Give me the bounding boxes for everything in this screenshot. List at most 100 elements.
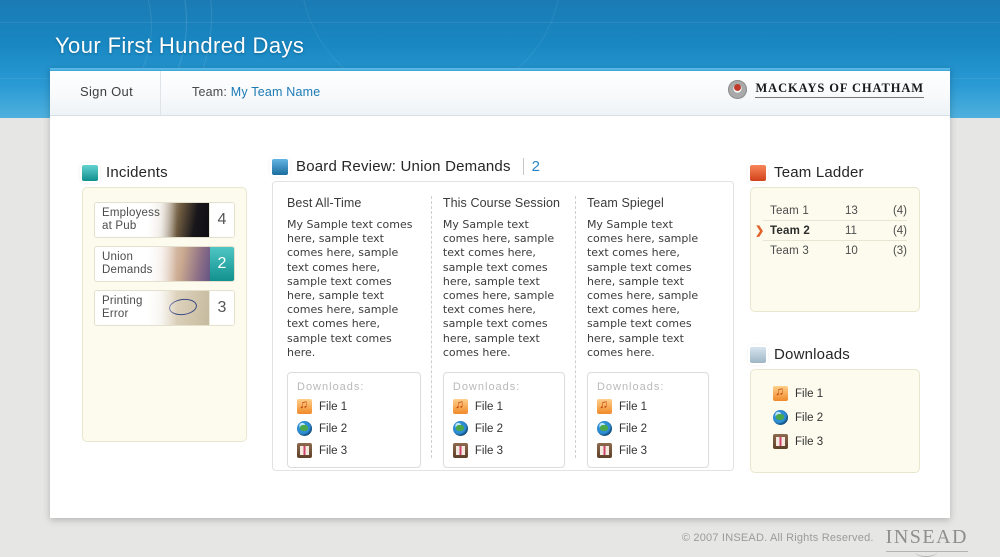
music-file-icon [452, 397, 468, 415]
downloads-label: Downloads: [452, 381, 521, 394]
column-downloads-box: Downloads: File 1 File 2 File 3 [287, 372, 421, 469]
download-file-name: File 2 [474, 422, 503, 435]
download-file-row[interactable]: File 3 [297, 443, 411, 459]
music-file-icon [596, 397, 612, 415]
incident-count-selected: 2 [210, 247, 234, 281]
download-file-name: File 3 [474, 444, 503, 457]
incident-label-line1: Employess [102, 207, 161, 219]
header-decor-line [0, 22, 1000, 23]
music-file-icon [297, 397, 312, 415]
team-ladder-name: Team 3 [770, 244, 809, 257]
downloads-panel-list: File 1 File 2 File 3 [750, 369, 920, 473]
team-ladder-row-selected[interactable]: ❯ Team 2 11 (4) [755, 221, 907, 241]
incident-count: 3 [209, 291, 234, 325]
incident-item[interactable]: Printing Error 3 [94, 290, 235, 326]
board-review-badge: 2 [531, 158, 541, 175]
team-ladder-extra: (3) [892, 244, 907, 257]
circle-logo-icon [728, 80, 748, 99]
review-column-body: My Sample text comes here, sample text c… [287, 218, 413, 359]
incident-label-line2: Error [102, 307, 129, 320]
downloads-label: Downloads: [596, 381, 665, 394]
download-file-row[interactable]: File 2 [297, 421, 411, 437]
incident-count: 4 [209, 203, 234, 237]
insead-logo-arc [915, 547, 938, 557]
team-name-link[interactable]: My Team Name [231, 85, 321, 99]
team-ladder-score: 10 [845, 244, 858, 257]
download-file-row[interactable]: File 1 [452, 397, 555, 415]
review-column-body: My Sample text comes here, sample text c… [586, 218, 699, 359]
review-column-header: This Course Session [442, 196, 561, 210]
board-review-title: Board Review: Union Demands [296, 158, 511, 175]
download-file-row[interactable]: File 1 [297, 397, 411, 415]
download-file-row[interactable]: File 2 [773, 410, 907, 425]
incident-label-line2: at Pub [102, 219, 137, 232]
team-ladder-score: 11 [845, 224, 857, 237]
incident-item[interactable]: Union Demands 2 [94, 246, 235, 282]
team-ladder-title: Team Ladder [774, 164, 864, 181]
download-file-row[interactable]: File 3 [596, 443, 699, 459]
column-downloads-box: Downloads: File 1 File 2 File 3 [586, 372, 709, 469]
team-ladder-name: Team 2 [770, 224, 810, 237]
team-ladder-row[interactable]: Team 1 13 (4) [763, 201, 907, 221]
review-column-header: Best All-Time [287, 196, 362, 210]
globe-file-icon [452, 421, 468, 437]
download-file-name: File 1 [618, 400, 648, 413]
downloads-panel-header: Downloads [750, 346, 920, 363]
insead-logo-text: INSEAD [885, 526, 968, 548]
download-file-row[interactable]: File 3 [773, 434, 907, 449]
gray-square-icon [750, 346, 766, 363]
globe-file-icon [297, 421, 312, 437]
incident-label: Employess at Pub [95, 203, 169, 237]
blue-square-icon [272, 158, 288, 175]
download-file-row[interactable]: File 3 [452, 443, 555, 459]
downloads-label: Downloads: [297, 381, 365, 394]
column-downloads-box: Downloads: File 1 File 2 File 3 [442, 372, 565, 469]
toolbar: Sign Out Team: My Team Name MACKAYS OF C… [50, 71, 950, 116]
incidents-title: Incidents [106, 164, 168, 181]
team-ladder-score: 13 [845, 204, 858, 217]
book-file-icon [596, 443, 612, 459]
column-divider [430, 196, 432, 458]
brand-logo-text: MACKAYS OF CHATHAM [755, 81, 924, 98]
board-review-columns: Best All-Time My Sample text comes here,… [272, 181, 734, 471]
download-file-row[interactable]: File 2 [596, 421, 699, 437]
toolbar-divider [160, 71, 161, 115]
team-ladder-row[interactable]: Team 3 10 (3) [763, 241, 907, 260]
main-content: Incidents Employess at Pub 4 Union Deman… [50, 128, 950, 518]
review-column-body: My Sample text comes here, sample text c… [442, 218, 555, 359]
download-file-name: File 2 [618, 422, 648, 435]
team-prefix: Team: [192, 85, 228, 99]
download-file-row[interactable]: File 1 [773, 384, 907, 401]
team-label: Team: My Team Name [192, 85, 320, 99]
incident-label-line2: Demands [102, 263, 153, 276]
incident-item[interactable]: Employess at Pub 4 [94, 202, 235, 238]
copyright-text: © 2007 INSEAD. All Rights Reserved. [681, 532, 874, 544]
review-column: This Course Session My Sample text comes… [430, 196, 575, 469]
download-file-name: File 1 [319, 400, 348, 413]
team-ladder-header: Team Ladder [750, 164, 920, 181]
book-file-icon [452, 443, 468, 459]
sign-out-link[interactable]: Sign Out [80, 84, 133, 99]
team-ladder-name: Team 1 [770, 204, 809, 217]
book-file-icon [773, 434, 788, 449]
download-file-row[interactable]: File 1 [596, 397, 699, 415]
music-file-icon [773, 384, 788, 401]
download-file-name: File 2 [795, 411, 824, 424]
board-review-panel: Board Review: Union Demands 2 Best All-T… [272, 158, 734, 471]
globe-file-icon [773, 410, 788, 425]
page-footer: © 2007 INSEAD. All Rights Reserved. INSE… [0, 518, 1000, 557]
team-ladder-list: Team 1 13 (4) ❯ Team 2 11 (4) Team 3 10 … [750, 187, 920, 312]
globe-file-icon [596, 421, 612, 437]
downloads-panel-title: Downloads [774, 346, 851, 363]
download-file-name: File 1 [474, 400, 503, 413]
incidents-header: Incidents [82, 164, 247, 181]
insead-logo: INSEAD [885, 526, 968, 557]
incident-label: Printing Error [95, 291, 169, 325]
incident-label: Union Demands [95, 247, 169, 281]
review-column-header: Team Spiegel [586, 196, 664, 210]
column-divider [574, 196, 576, 458]
download-file-row[interactable]: File 2 [452, 421, 555, 437]
orange-square-icon [750, 164, 766, 181]
teal-square-icon [82, 164, 98, 181]
team-ladder-extra: (4) [892, 224, 907, 237]
